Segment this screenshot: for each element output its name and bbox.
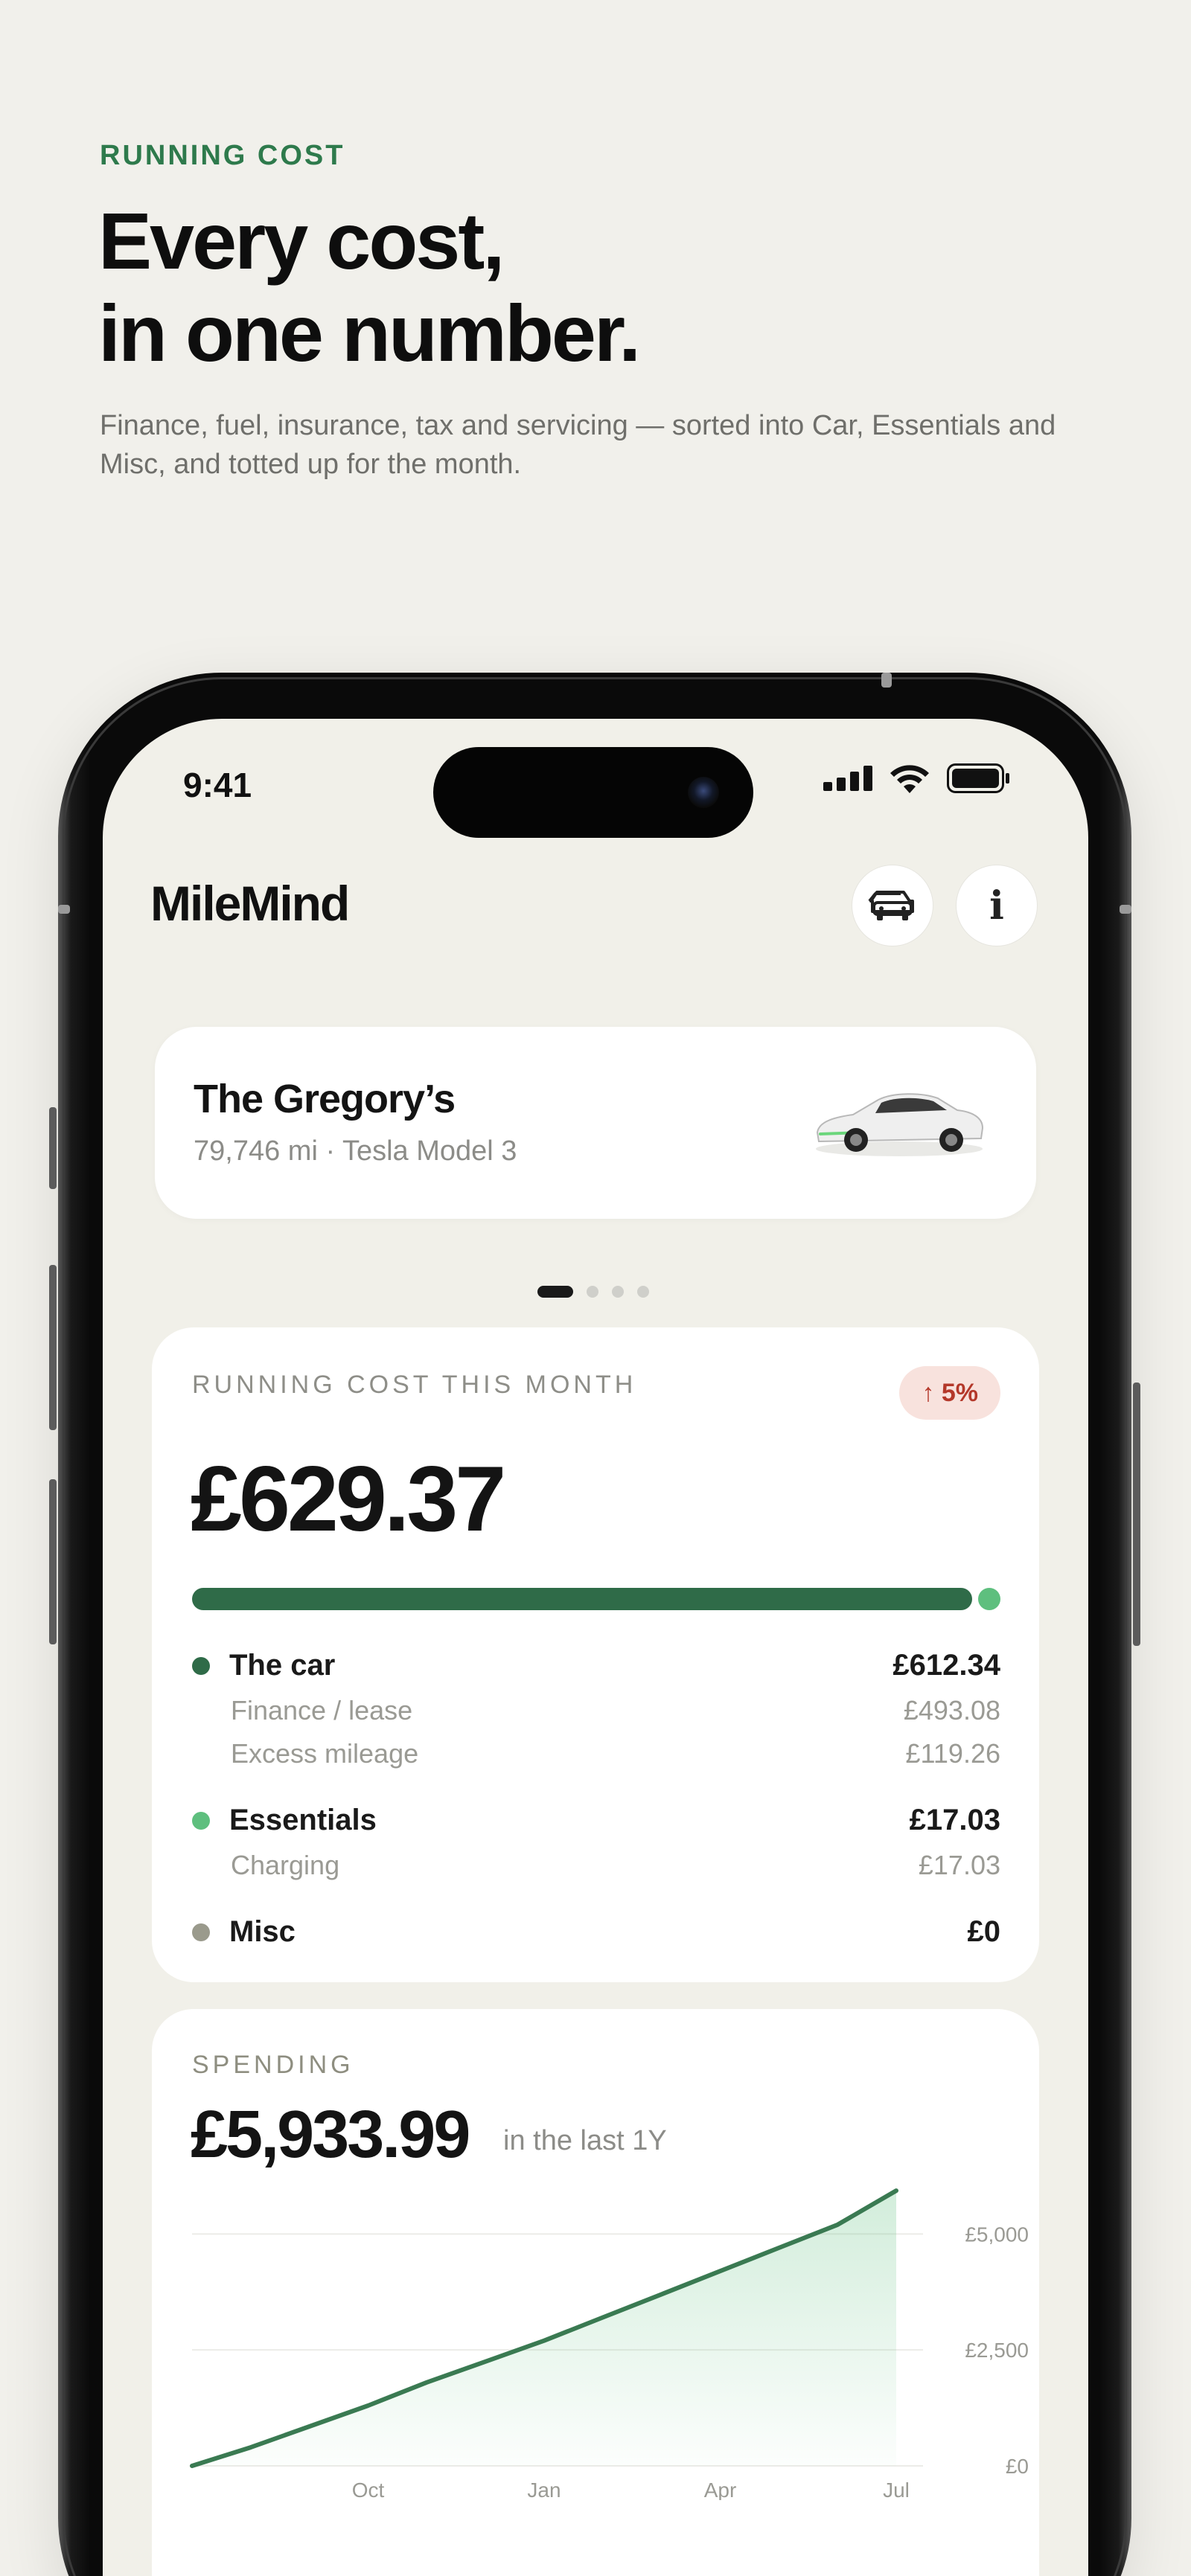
x-tick-label: Jul <box>883 2479 910 2500</box>
running-cost-total: £629.37 <box>191 1448 506 1551</box>
power-button <box>1133 1382 1140 1646</box>
x-tick-label: Apr <box>704 2479 737 2500</box>
camera-icon <box>688 777 719 808</box>
running-cost-label: RUNNING COST THIS MONTH <box>192 1371 637 1399</box>
spending-label: SPENDING <box>192 2051 354 2079</box>
status-icons <box>823 763 1011 793</box>
line-item-amount: £119.26 <box>905 1738 1000 1769</box>
page-dot[interactable] <box>637 1286 649 1298</box>
app-logo: MileMind <box>150 876 350 931</box>
vehicles-icon <box>868 891 914 920</box>
headline-line-1: Every cost, <box>98 196 505 286</box>
info-icon: i <box>989 882 1004 929</box>
battery-icon <box>947 763 1009 793</box>
antenna-band <box>1120 905 1131 914</box>
cost-change-value: ↑ 5% <box>922 1378 978 1407</box>
spending-chart: £0 £2,500 £5,000 Oct Jan Apr Jul <box>190 2188 1029 2500</box>
antenna-band <box>881 673 892 688</box>
antenna-band <box>58 905 70 914</box>
action-button <box>49 1107 57 1189</box>
running-cost-card[interactable]: RUNNING COST THIS MONTH ↑ 5% £629.37 The… <box>152 1327 1039 1982</box>
category-label: Essentials <box>229 1804 377 1836</box>
line-item-amount: £17.03 <box>918 1850 1000 1880</box>
category-amount: £0 <box>967 1915 1001 1948</box>
page-dot[interactable] <box>612 1286 624 1298</box>
page-dot-active[interactable] <box>537 1286 573 1298</box>
dynamic-island <box>433 747 753 838</box>
category-row-car[interactable]: The car £612.34 <box>192 1649 1000 1682</box>
x-tick-label: Jan <box>527 2479 561 2500</box>
category-row-misc[interactable]: Misc £0 <box>192 1915 1000 1949</box>
vehicle-name: The Gregory’s <box>194 1077 456 1121</box>
misc-bullet-icon <box>192 1923 210 1941</box>
line-item-amount: £493.08 <box>903 1695 1000 1726</box>
line-item-row: Excess mileage £119.26 <box>192 1738 1000 1769</box>
line-item-label: Excess mileage <box>231 1738 419 1769</box>
spending-area <box>192 2191 896 2466</box>
spending-period: in the last 1Y <box>503 2125 667 2156</box>
cost-breakdown-bar <box>192 1588 1000 1610</box>
cost-bar-car-segment <box>192 1588 972 1610</box>
section-eyebrow: RUNNING COST <box>100 140 345 171</box>
line-item-label: Finance / lease <box>231 1695 413 1726</box>
category-amount: £17.03 <box>909 1804 1000 1836</box>
headline: Every cost, in one number. <box>98 195 641 379</box>
car-bullet-icon <box>192 1656 210 1675</box>
vehicles-button[interactable] <box>852 865 933 946</box>
volume-up-button <box>49 1265 57 1430</box>
volume-down-button <box>49 1479 57 1644</box>
essentials-bullet-icon <box>192 1811 210 1830</box>
cost-change-badge: ↑ 5% <box>899 1366 1000 1420</box>
page-indicator[interactable] <box>537 1286 649 1298</box>
line-item-row: Finance / lease £493.08 <box>192 1695 1000 1726</box>
y-tick-label: £0 <box>1006 2455 1029 2478</box>
cost-bar-essentials-segment <box>978 1588 1000 1610</box>
phone-screen: 9:41 MileMind i The Gregory’s 79,746 mi … <box>103 719 1088 2576</box>
car-image <box>816 1093 984 1156</box>
vehicle-meta: 79,746 mi · Tesla Model 3 <box>194 1135 517 1167</box>
y-tick-label: £5,000 <box>965 2223 1029 2246</box>
headline-line-2: in one number. <box>98 288 641 378</box>
signal-icon <box>823 766 872 791</box>
y-tick-label: £2,500 <box>965 2339 1029 2362</box>
line-item-row: Charging £17.03 <box>192 1850 1000 1881</box>
subheadline: Finance, fuel, insurance, tax and servic… <box>100 410 1056 480</box>
x-tick-label: Oct <box>352 2479 385 2500</box>
vehicle-card[interactable]: The Gregory’s 79,746 mi · Tesla Model 3 <box>155 1027 1036 1219</box>
category-row-essentials[interactable]: Essentials £17.03 <box>192 1804 1000 1837</box>
status-time: 9:41 <box>183 766 252 804</box>
category-amount: £612.34 <box>893 1649 1000 1682</box>
wifi-icon <box>890 765 929 793</box>
spending-total: £5,933.99 <box>191 2098 470 2172</box>
category-label: Misc <box>229 1915 296 1948</box>
spending-card[interactable]: SPENDING £5,933.99 in the last 1Y £0 £2,5… <box>152 2009 1039 2576</box>
page-dot[interactable] <box>587 1286 598 1298</box>
category-label: The car <box>229 1649 336 1682</box>
info-button[interactable]: i <box>956 865 1038 946</box>
line-item-label: Charging <box>231 1850 340 1880</box>
